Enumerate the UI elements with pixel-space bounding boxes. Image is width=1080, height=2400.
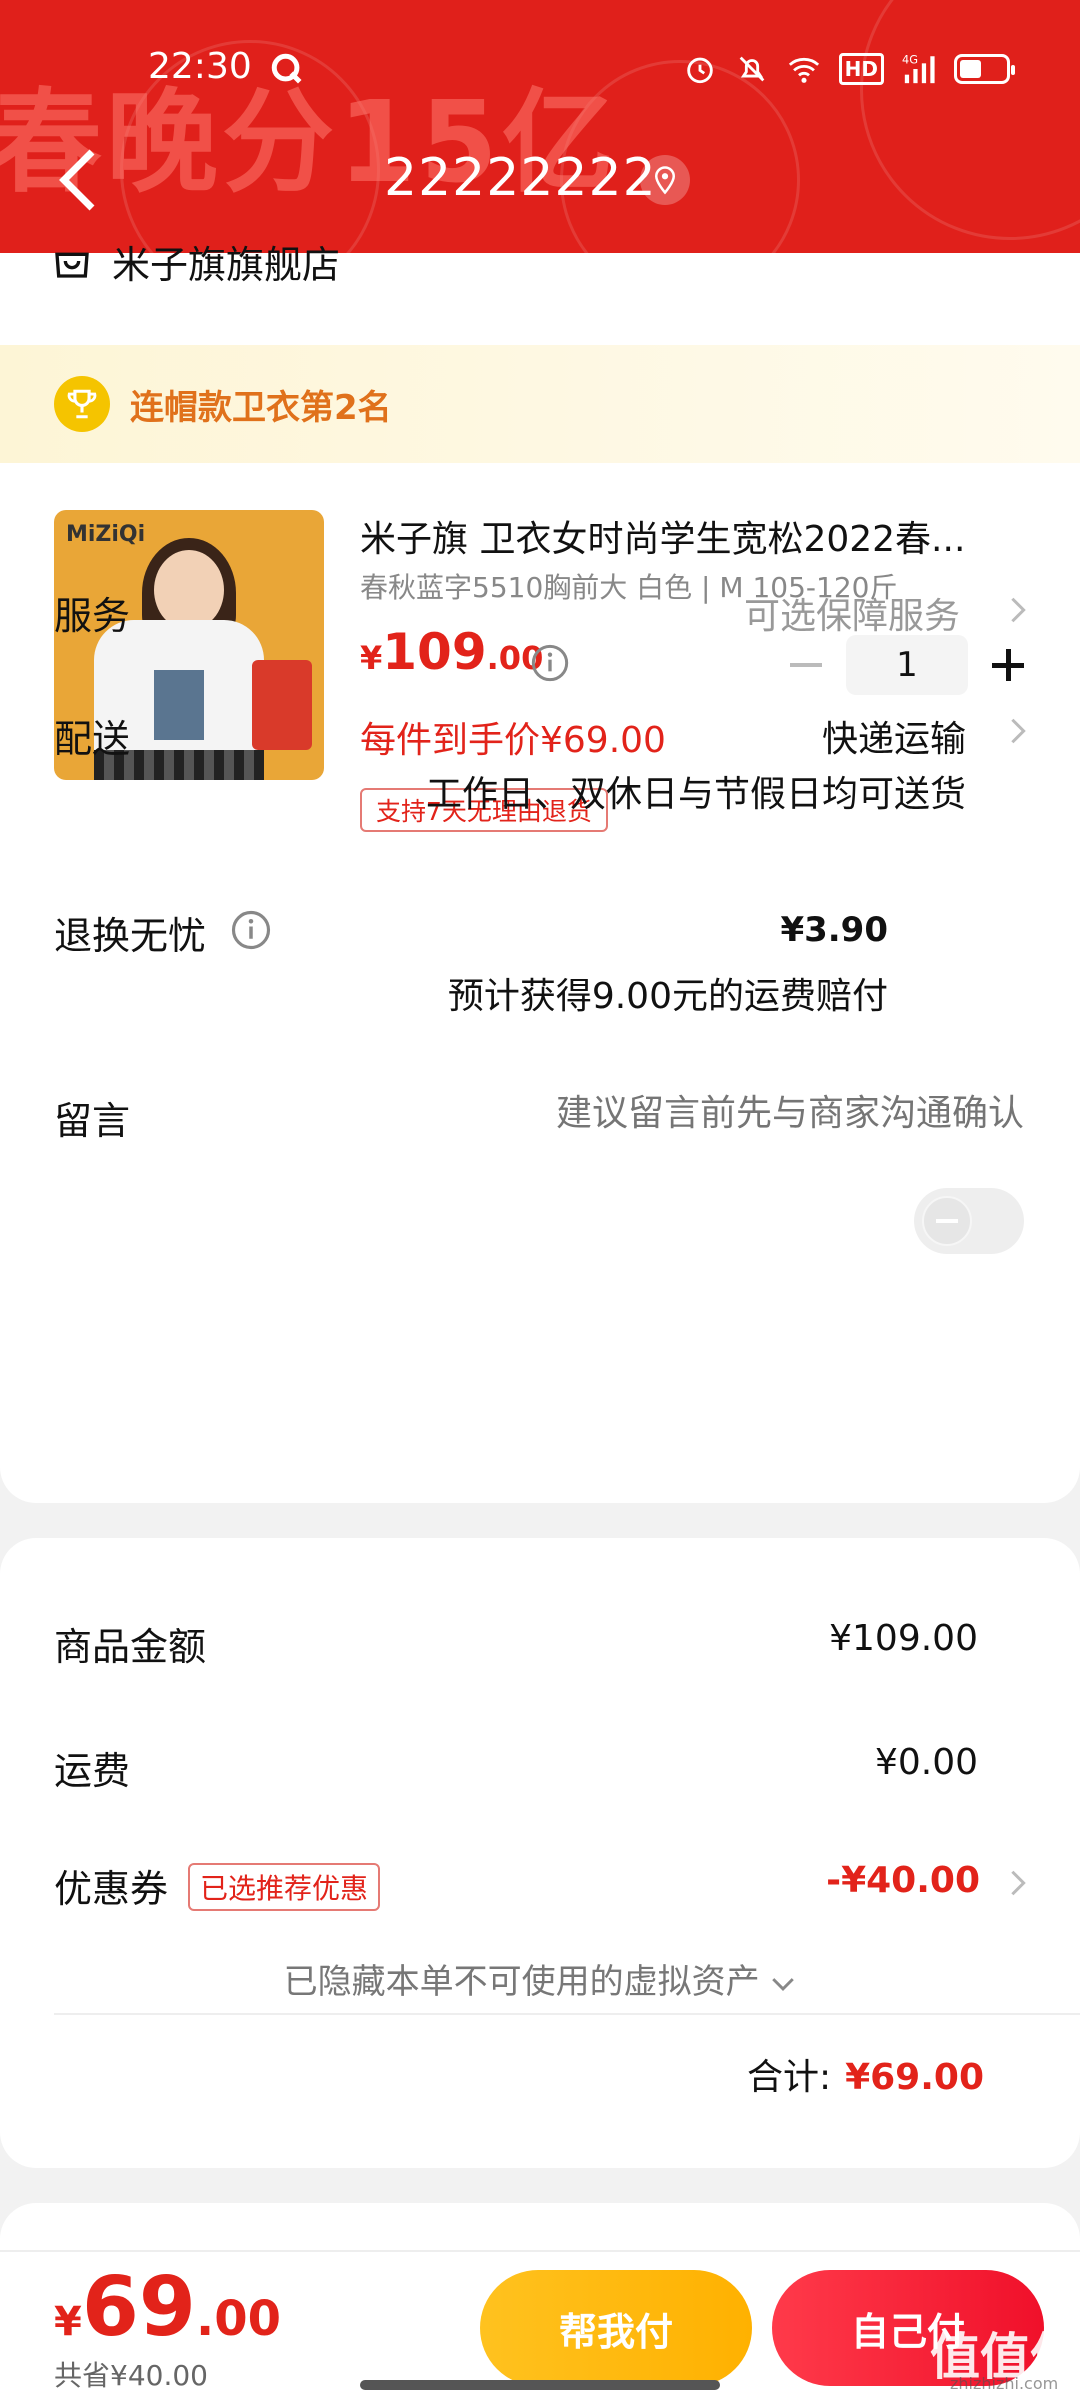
worry-free-price: ¥3.90 bbox=[780, 910, 888, 950]
checkout-decimal: .00 bbox=[195, 2291, 281, 2347]
delivery-value[interactable]: 快递运输 bbox=[822, 710, 966, 762]
decor-wave bbox=[860, 0, 1080, 240]
price-info-icon[interactable] bbox=[530, 643, 570, 683]
mute-bell-icon bbox=[739, 56, 764, 82]
svg-text:4G: 4G bbox=[902, 52, 918, 66]
location-pin-icon[interactable] bbox=[640, 155, 690, 205]
checkout-bar: ¥ 69 .00 共省¥40.00 帮我付 自己付 值值值 zhizhizhi.… bbox=[0, 2250, 1080, 2400]
worry-free-label: 退换无忧 bbox=[54, 914, 207, 958]
shipping-value: ¥0.00 bbox=[874, 1742, 978, 1783]
hd-badge: HD bbox=[838, 53, 884, 85]
coupon-recommended-tag: 已选推荐优惠 bbox=[188, 1863, 381, 1911]
search-q-icon bbox=[271, 53, 302, 84]
clock: 22:30 bbox=[148, 46, 252, 87]
home-indicator[interactable] bbox=[360, 2380, 720, 2390]
order-summary-card: 商品金额 ¥109.00 运费 ¥0.00 优惠券 已选推荐优惠 -¥40.00… bbox=[0, 1538, 1080, 2168]
status-bar: 22:30 HD 4G bbox=[0, 40, 1080, 104]
hidden-assets-text: 已隐藏本单不可使用的虚拟资产 bbox=[283, 1962, 760, 2002]
info-icon[interactable] bbox=[230, 909, 272, 951]
worry-free-note: 预计获得9.00元的运费赔付 bbox=[447, 976, 888, 1017]
watermark-url: zhizhizhi.com bbox=[950, 2374, 1059, 2393]
product-name[interactable]: 米子旗 卫衣女时尚学生宽松2022春... bbox=[360, 510, 1000, 562]
goods-amount-value: ¥109.00 bbox=[829, 1618, 978, 1659]
shop-icon bbox=[55, 252, 89, 278]
delivery-note: 工作日、双休日与节假日均可送货 bbox=[425, 774, 966, 815]
worry-free-toggle[interactable] bbox=[914, 1188, 1024, 1254]
wifi-icon bbox=[788, 57, 819, 83]
coupon-value[interactable]: -¥40.00 bbox=[826, 1860, 980, 1901]
service-label: 服务 bbox=[54, 594, 131, 638]
page-title: 22222222 bbox=[384, 148, 657, 208]
total-label: 合计: bbox=[746, 2057, 832, 2098]
service-value[interactable]: 可选保障服务 bbox=[744, 587, 960, 639]
total-value: ¥69.00 bbox=[845, 2057, 984, 2098]
checkout-price: ¥ 69 .00 bbox=[54, 2260, 281, 2355]
price-integer: 109 bbox=[382, 623, 487, 681]
signal-icon: 4G bbox=[902, 52, 935, 84]
chevron-right-icon[interactable] bbox=[1008, 1868, 1028, 1898]
message-label: 留言 bbox=[54, 1099, 131, 1143]
increase-quantity-button[interactable] bbox=[988, 645, 1028, 685]
message-input[interactable] bbox=[464, 1083, 1024, 1143]
shipping-label: 运费 bbox=[54, 1749, 131, 1793]
checkout-currency: ¥ bbox=[54, 2299, 82, 2345]
alarm-icon bbox=[686, 57, 713, 84]
rank-text: 连帽款卫衣第2名 bbox=[130, 387, 392, 428]
battery-icon bbox=[954, 54, 1015, 84]
back-arrow-icon[interactable] bbox=[56, 148, 100, 212]
decrease-quantity-button[interactable] bbox=[786, 645, 826, 685]
order-total: 合计: ¥69.00 bbox=[747, 2048, 984, 2100]
rank-banner[interactable]: 连帽款卫衣第2名 bbox=[0, 345, 1080, 463]
quantity-stepper: 1 bbox=[786, 635, 1028, 695]
goods-amount-label: 商品金额 bbox=[54, 1625, 207, 1669]
order-item-card: 米子旗旗舰店 连帽款卫衣第2名 MiZiQi 米子旗 卫衣女时尚学生宽松2022… bbox=[0, 243, 1080, 1503]
coupon-label: 优惠券 bbox=[54, 1867, 169, 1911]
checkout-integer: 69 bbox=[81, 2260, 196, 2355]
deal-price: 每件到手价¥69.00 bbox=[360, 720, 666, 761]
help-me-pay-button[interactable]: 帮我付 bbox=[480, 2270, 752, 2386]
chevron-right-icon[interactable] bbox=[1008, 595, 1028, 625]
shop-name: 米子旗旗舰店 bbox=[112, 242, 341, 287]
quantity-input[interactable]: 1 bbox=[846, 635, 968, 695]
trophy-icon bbox=[54, 376, 110, 432]
chevron-right-icon[interactable] bbox=[1008, 716, 1028, 746]
saved-amount: 共省¥40.00 bbox=[54, 2359, 208, 2392]
hidden-assets-toggle[interactable]: 已隐藏本单不可使用的虚拟资产 bbox=[0, 1954, 1080, 2003]
product-image-brand: MiZiQi bbox=[66, 522, 146, 547]
status-icons: HD 4G bbox=[683, 52, 1015, 86]
header: 春晚分15亿 22:30 HD 4G 22222222 bbox=[0, 0, 1080, 253]
divider bbox=[54, 2013, 1080, 2015]
delivery-label: 配送 bbox=[54, 717, 131, 761]
shop-row[interactable]: 米子旗旗舰店 bbox=[52, 231, 340, 291]
price-currency: ¥ bbox=[360, 639, 383, 677]
product-price: ¥ 109 .00 bbox=[360, 623, 543, 681]
chevron-down-icon bbox=[772, 1978, 795, 1991]
